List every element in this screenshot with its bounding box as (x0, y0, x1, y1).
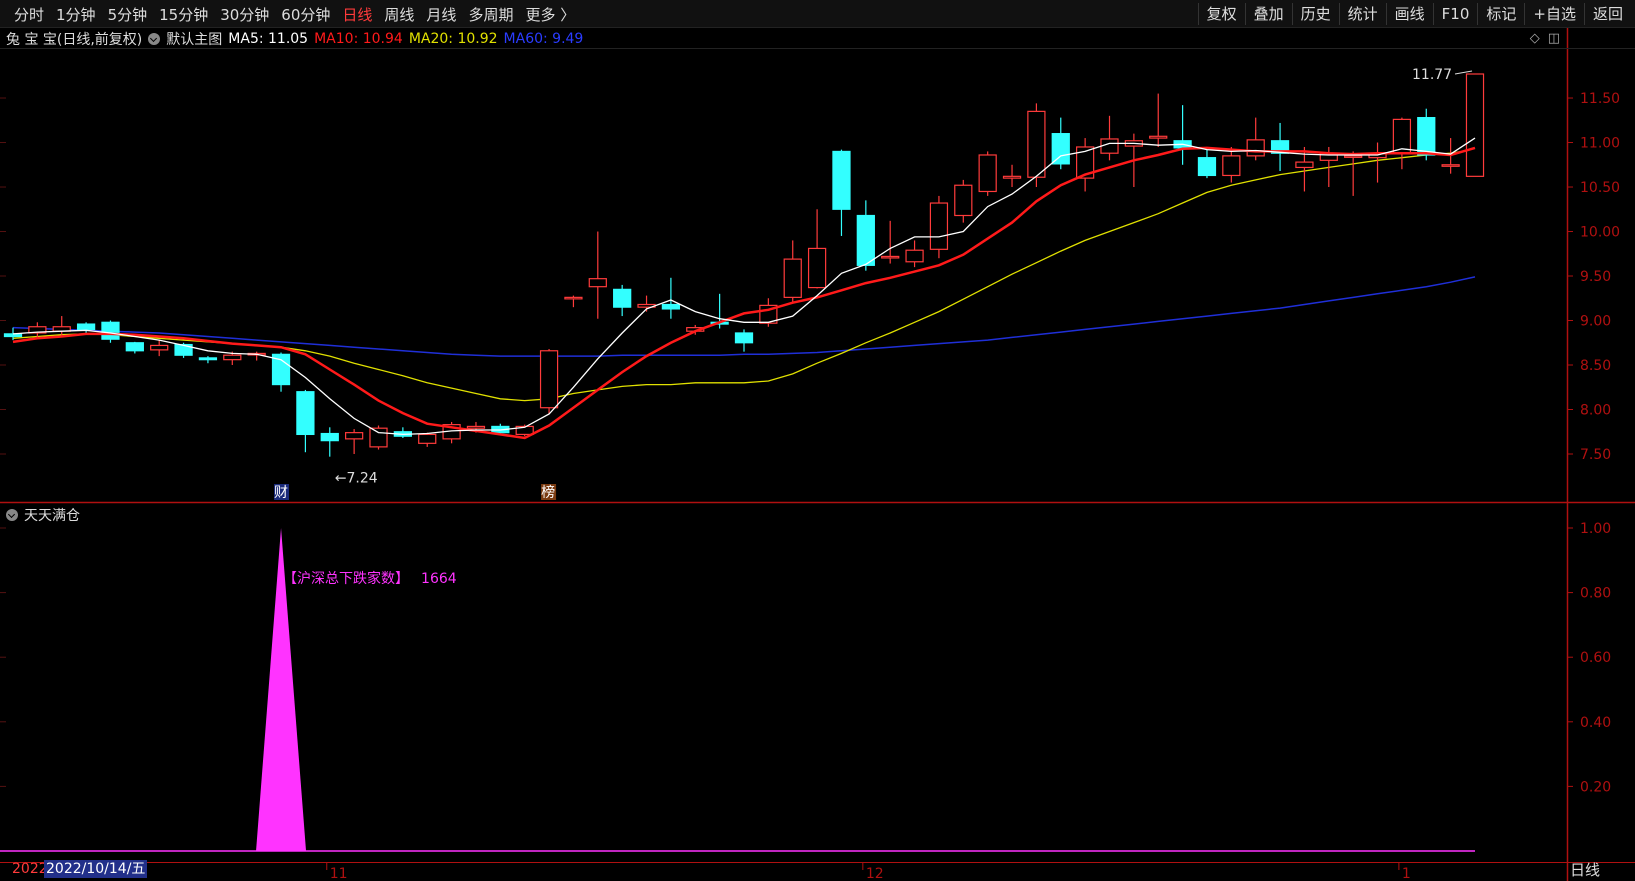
candle-body (734, 332, 754, 344)
indicator-name[interactable]: 天天满仓 (24, 505, 80, 525)
x-tick-label: 11 (330, 866, 348, 881)
marker-cai: 财 (274, 485, 288, 501)
candle-body (954, 184, 973, 217)
candle-body (1197, 157, 1217, 177)
candle-body (369, 427, 388, 448)
candle-body (783, 258, 802, 298)
candle-body (905, 249, 924, 263)
candle-body (1441, 164, 1460, 167)
candle-body (856, 214, 875, 266)
candle-body (613, 288, 632, 308)
candle-body (661, 303, 681, 310)
candle-body (418, 433, 437, 444)
crosshair-date: 2022/10/14/五 (44, 860, 148, 878)
ind-y-tick-label: 1.00 (1580, 521, 1611, 537)
candle-body (539, 350, 559, 409)
kline-chart[interactable]: 11.5011.0010.5010.009.509.008.508.007.50… (0, 0, 1635, 881)
candle-body (1295, 161, 1314, 169)
candle-body (1246, 139, 1265, 157)
marker-bang: 榜 (541, 484, 555, 501)
candle-body (1027, 110, 1046, 178)
candle-body (1051, 133, 1070, 165)
candle-body (881, 255, 900, 259)
y-tick-label: 10.50 (1580, 180, 1620, 196)
candle-body (1100, 138, 1119, 154)
footer-year: 2022 (12, 861, 48, 877)
candle-body (588, 278, 607, 288)
indicator-label: 【沪深总下跌家数】 (283, 570, 409, 587)
candle-body (3, 333, 23, 338)
low-price-label: ←7.24 (335, 471, 378, 487)
x-tick-label: 1 (1402, 866, 1411, 881)
x-tick-label: 12 (866, 866, 884, 881)
ind-y-tick-label: 0.60 (1580, 650, 1611, 666)
y-tick-label: 8.50 (1580, 358, 1611, 374)
high-price-label: 11.77 (1412, 67, 1452, 83)
candle-body (1149, 135, 1168, 139)
indicator-value: 1664 (421, 571, 457, 587)
candle-body (198, 357, 218, 361)
indicator-dropdown-icon[interactable] (6, 509, 18, 521)
candle-body (564, 296, 583, 300)
candle-body (807, 247, 827, 289)
candle-body (320, 432, 339, 442)
candle-body (1002, 175, 1022, 179)
candle-body (125, 342, 144, 352)
y-tick-label: 9.50 (1580, 269, 1611, 285)
y-tick-label: 11.00 (1580, 136, 1620, 152)
candle-body (832, 150, 851, 210)
candle-body (345, 432, 364, 440)
candle-body (101, 321, 120, 340)
y-tick-label: 10.00 (1580, 225, 1620, 241)
candle-body (1222, 155, 1241, 177)
ind-y-tick-label: 0.80 (1580, 586, 1611, 602)
candle-body (296, 391, 315, 436)
candle-body (150, 344, 169, 351)
candle-body (76, 323, 96, 331)
candle-body (223, 354, 242, 361)
indicator-header: 天天满仓 (6, 505, 80, 525)
ma10-line (12, 146, 1476, 440)
ma5-line (12, 137, 1476, 436)
period-label[interactable]: 日线 (1570, 859, 1600, 880)
y-tick-label: 8.00 (1580, 403, 1611, 419)
y-tick-label: 11.50 (1580, 91, 1620, 107)
ind-y-tick-label: 0.20 (1580, 779, 1611, 795)
candle-body (1465, 73, 1485, 177)
candle-body (1417, 117, 1436, 156)
y-tick-label: 7.50 (1580, 447, 1611, 463)
ind-y-tick-label: 0.40 (1580, 715, 1611, 731)
candle-body (1392, 118, 1412, 154)
y-tick-label: 9.00 (1580, 314, 1611, 330)
candle-body (929, 202, 949, 250)
candle-body (978, 154, 997, 193)
candle-body (1344, 155, 1363, 158)
candle-body (466, 425, 486, 429)
